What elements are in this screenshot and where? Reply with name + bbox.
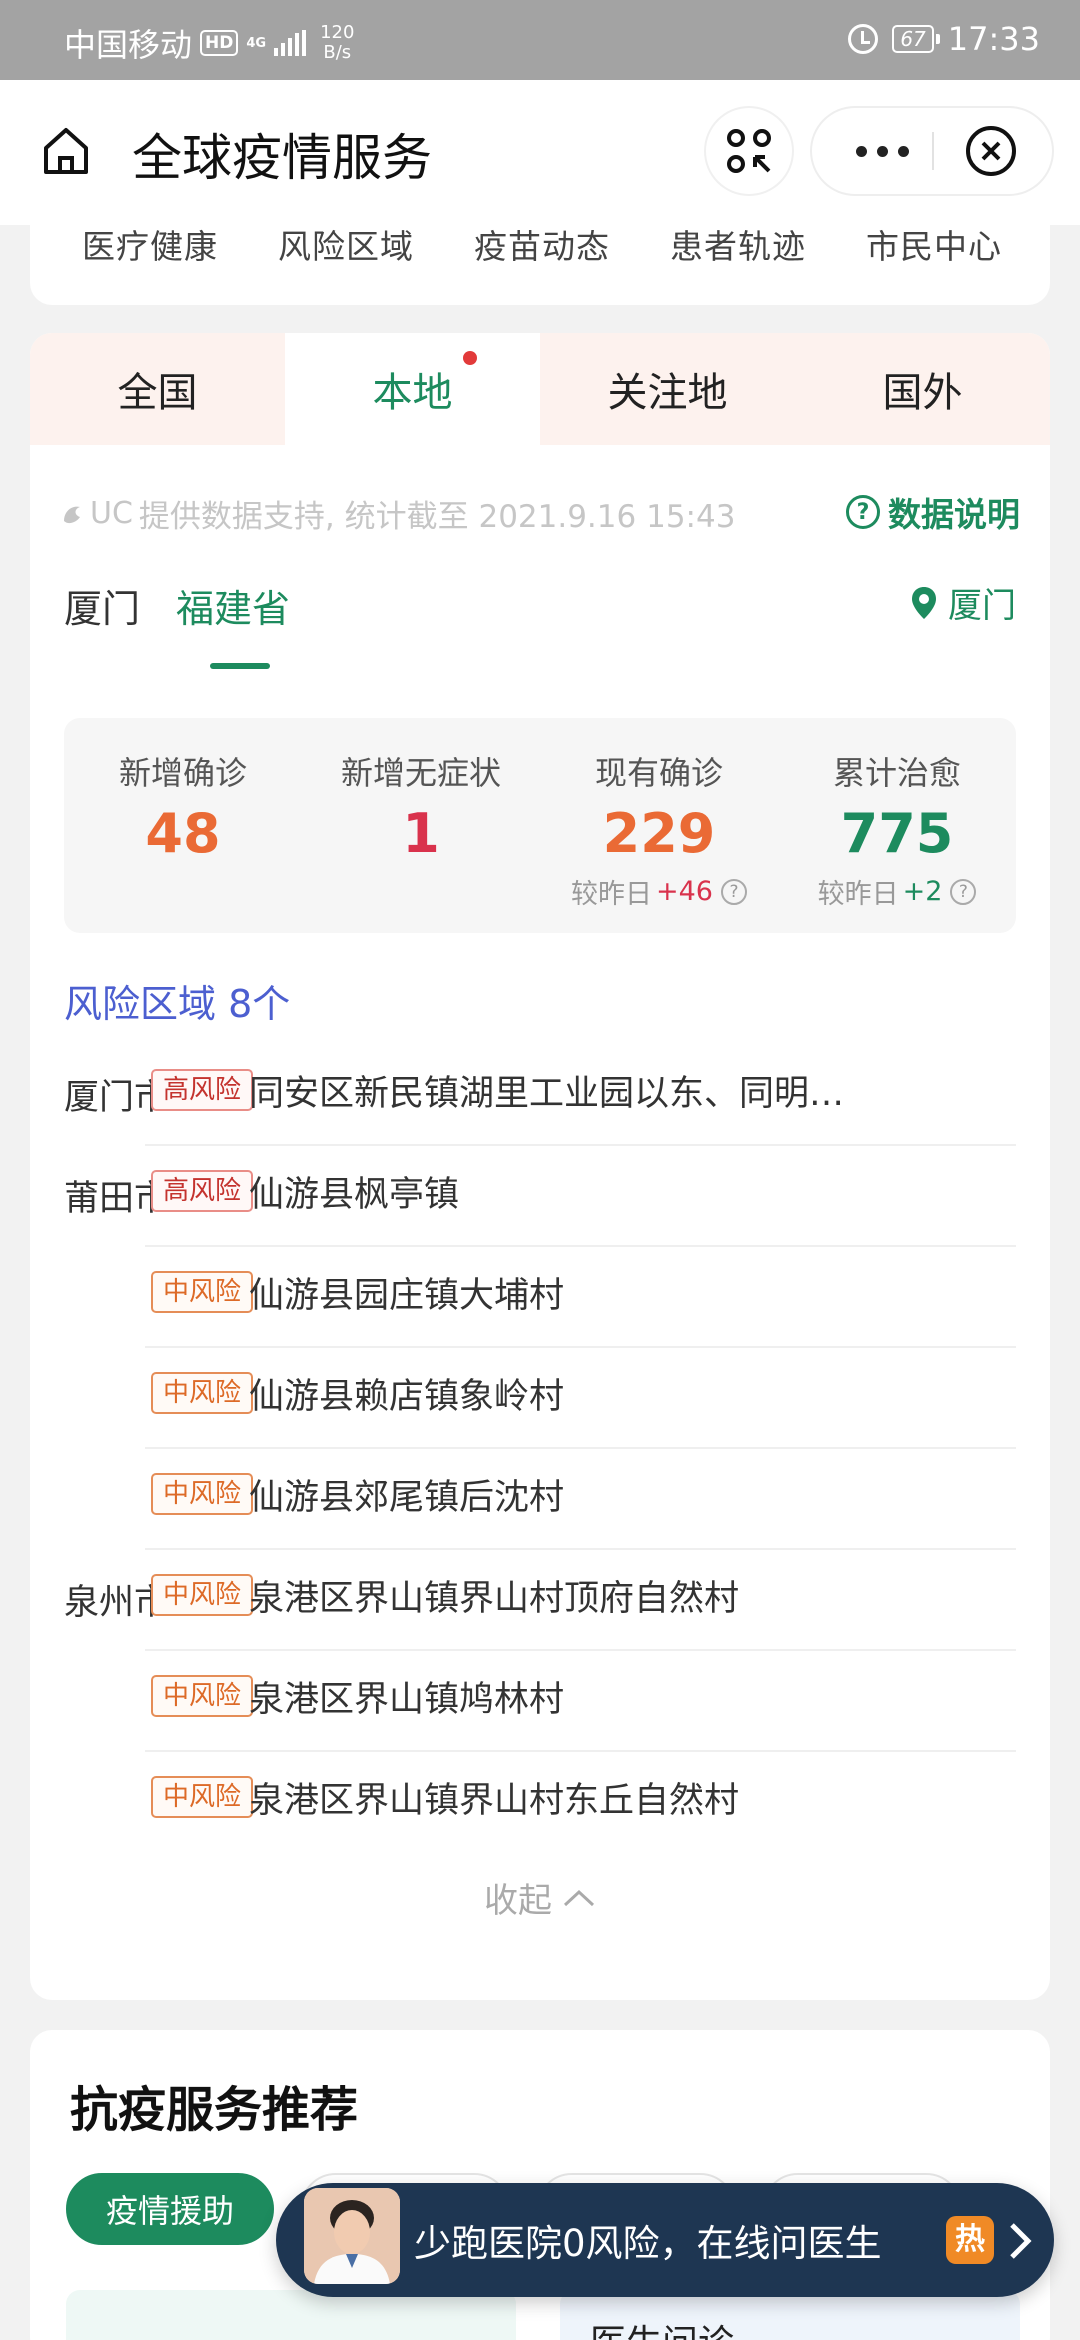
signal-icon <box>274 30 307 56</box>
menu-capsule <box>812 108 1052 194</box>
hot-badge: 热 <box>946 2216 994 2264</box>
uc-logo: UC <box>60 496 133 531</box>
chevron-right-icon <box>1010 2223 1032 2259</box>
risk-place: 泉港区界山镇界山村顶府自然村 <box>249 1579 740 1619</box>
list-item[interactable]: 中风险 仙游县郊尾镇后沈村 <box>30 1449 1050 1550</box>
status-bar: 中国移动 HD 4G 120 B/s 67 17:33 <box>0 0 1080 80</box>
risk-place: 同安区新民镇湖里工业园以东、同明… <box>249 1074 845 1114</box>
home-button[interactable] <box>38 122 94 178</box>
list-item[interactable]: 中风险 泉港区界山镇界山村东丘自然村 <box>30 1752 1050 1853</box>
hd-badge: HD <box>200 30 239 56</box>
doctor-consult-banner[interactable]: 少跑医院0风险，在线问医生 热 <box>276 2183 1054 2297</box>
battery-icon: 67 <box>892 25 941 53</box>
capsule-divider <box>932 132 934 170</box>
scope-tabs: 全国 本地 关注地 国外 <box>30 333 1050 445</box>
doctor-avatar <box>304 2188 400 2284</box>
risk-level-badge: 中风险 <box>151 1473 254 1515</box>
risk-level-badge: 中风险 <box>151 1372 254 1414</box>
region-tab-province[interactable]: 福建省 <box>176 578 290 633</box>
stat-delta: 较昨日 +2 ? <box>778 872 1016 911</box>
risk-level-badge: 中风险 <box>151 1776 254 1818</box>
risk-place: 仙游县赖店镇象岭村 <box>249 1377 565 1417</box>
risk-area-list: 厦门市 高风险 同安区新民镇湖里工业园以东、同明… 莆田市 高风险 仙游县枫亭镇 中… <box>30 1045 1050 1853</box>
clock: 17:33 <box>947 20 1040 58</box>
alarm-icon <box>848 24 879 54</box>
list-item[interactable]: 中风险 泉港区界山镇鸠林村 <box>30 1651 1050 1752</box>
signal-type: 4G <box>246 35 267 51</box>
risk-place: 仙游县园庄镇大埔村 <box>249 1276 565 1316</box>
risk-level-badge: 高风险 <box>151 1170 254 1212</box>
list-item[interactable]: 中风险 仙游县赖店镇象岭村 <box>30 1348 1050 1449</box>
collapse-button[interactable]: 收起 <box>30 1873 1050 1922</box>
nav-item-risk-area[interactable]: 风险区域 <box>278 220 414 268</box>
more-dot-icon <box>855 145 867 157</box>
epidemic-data-card: 全国 本地 关注地 国外 UC 提供数据支持, 统计截至 2021.9.16 1… <box>30 333 1050 2000</box>
squirrel-icon <box>64 506 80 524</box>
risk-area-title: 风险区域 8个 <box>64 982 291 1026</box>
network-speed: 120 B/s <box>320 22 355 63</box>
banner-text: 少跑医院0风险，在线问医生 <box>414 2222 882 2265</box>
status-left: 中国移动 HD 4G 120 B/s <box>64 20 354 66</box>
risk-level-badge: 中风险 <box>151 1271 254 1313</box>
scan-button[interactable] <box>706 108 792 194</box>
service-card-2[interactable]: 医生问诊 <box>560 2290 1020 2340</box>
nav-item-medical[interactable]: 医疗健康 <box>82 220 218 268</box>
question-icon: ? <box>846 495 880 529</box>
location-selector[interactable]: 厦门 <box>910 578 1016 627</box>
more-button[interactable] <box>842 108 922 194</box>
region-tabs: 厦门 福建省 <box>64 578 290 633</box>
chip-aid[interactable]: 疫情援助 <box>66 2173 275 2245</box>
nav-item-vaccine[interactable]: 疫苗动态 <box>474 220 610 268</box>
location-pin-icon <box>912 586 936 619</box>
data-help-link[interactable]: ? 数据说明 <box>846 488 1020 536</box>
service-nav: 医疗健康 风险区域 疫苗动态 患者轨迹 市民中心 <box>30 200 1050 268</box>
list-item[interactable]: 中风险 仙游县园庄镇大埔村 <box>30 1247 1050 1348</box>
risk-place: 仙游县郊尾镇后沈村 <box>249 1478 565 1518</box>
tab-national[interactable]: 全国 <box>30 333 285 445</box>
tab-local[interactable]: 本地 <box>285 333 540 445</box>
region-tab-city[interactable]: 厦门 <box>64 578 140 633</box>
stats-panel: 新增确诊 48 新增无症状 1 现有确诊 229 较昨日 +46 ? 累计治愈 7… <box>64 718 1016 933</box>
risk-place: 仙游县枫亭镇 <box>249 1175 460 1215</box>
region-tab-underline <box>210 663 270 669</box>
risk-level-badge: 中风险 <box>151 1574 254 1616</box>
stat-new-asymptomatic: 新增无症状 1 <box>340 754 501 865</box>
list-item[interactable]: 泉州市 中风险 泉港区界山镇界山村顶府自然村 <box>30 1550 1050 1651</box>
list-item[interactable]: 莆田市 高风险 仙游县枫亭镇 <box>30 1146 1050 1247</box>
stat-current-confirmed: 现有确诊 229 较昨日 +46 ? <box>540 718 778 933</box>
close-icon <box>966 126 1016 176</box>
nav-item-patient-track[interactable]: 患者轨迹 <box>670 220 806 268</box>
service-nav-card: 医疗健康 风险区域 疫苗动态 患者轨迹 市民中心 <box>30 200 1050 305</box>
scan-icon <box>727 129 771 173</box>
tab-overseas[interactable]: 国外 <box>795 333 1050 445</box>
data-source-row: UC 提供数据支持, 统计截至 2021.9.16 15:43 ? 数据说明 <box>60 488 1020 538</box>
risk-place: 泉港区界山镇界山村东丘自然村 <box>249 1781 740 1821</box>
stat-delta: 较昨日 +46 ? <box>540 872 778 911</box>
stat-new-confirmed: 新增确诊 48 <box>118 754 247 865</box>
notification-dot <box>463 351 477 365</box>
page-title: 全球疫情服务 <box>132 129 432 187</box>
service-card-1[interactable] <box>66 2290 516 2340</box>
risk-level-badge: 高风险 <box>151 1069 254 1111</box>
stat-total-cured: 累计治愈 775 较昨日 +2 ? <box>778 718 1016 933</box>
info-icon[interactable]: ? <box>950 878 977 905</box>
carrier-name: 中国移动 <box>64 26 193 64</box>
chevron-up-icon <box>563 1889 595 1906</box>
data-source-text: 提供数据支持, 统计截至 2021.9.16 15:43 <box>138 498 736 535</box>
list-item[interactable]: 厦门市 高风险 同安区新民镇湖里工业园以东、同明… <box>30 1045 1050 1146</box>
nav-item-citizen-center[interactable]: 市民中心 <box>866 220 1002 268</box>
status-right: 67 17:33 <box>848 20 1040 58</box>
home-icon <box>44 128 88 174</box>
close-button[interactable] <box>964 124 1018 178</box>
risk-place: 泉港区界山镇鸠林村 <box>249 1680 565 1720</box>
services-title: 抗疫服务推荐 <box>70 2082 359 2138</box>
info-icon[interactable]: ? <box>720 878 747 905</box>
risk-level-badge: 中风险 <box>151 1675 254 1717</box>
tab-followed[interactable]: 关注地 <box>540 333 795 445</box>
